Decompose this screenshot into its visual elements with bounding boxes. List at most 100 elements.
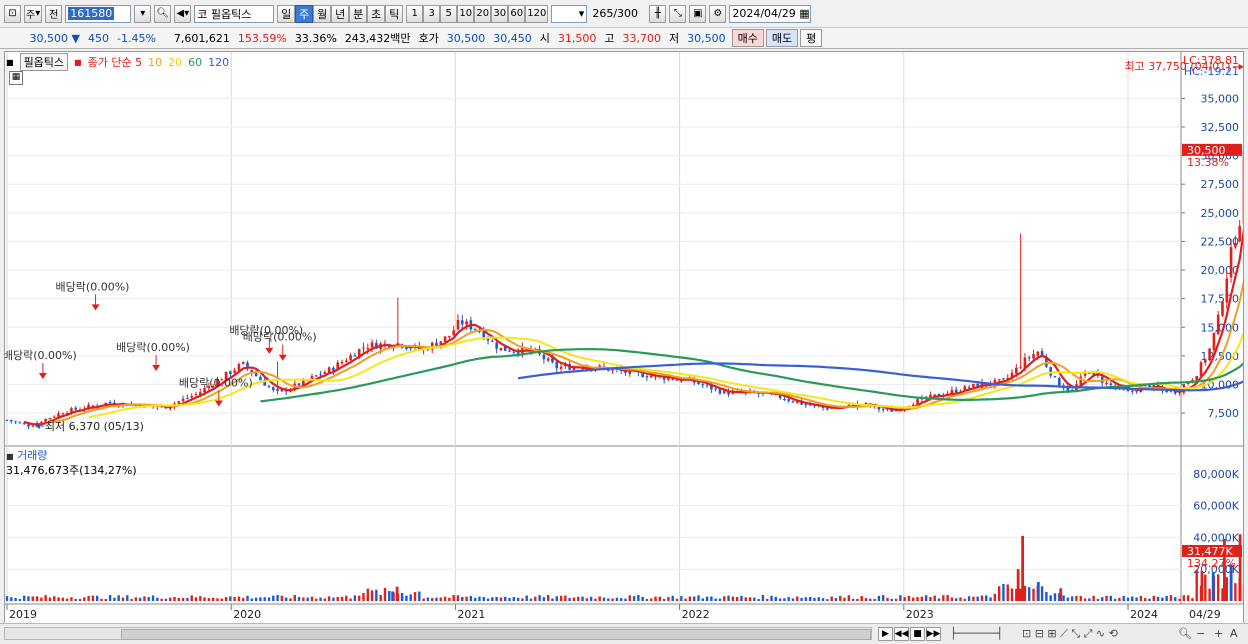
period-second[interactable]: 초 <box>367 5 385 23</box>
y-tick-label: 17,500 <box>1201 293 1240 306</box>
volume-bar <box>367 589 369 601</box>
volume-bar <box>899 595 901 601</box>
candle-body <box>311 376 314 379</box>
window-icon[interactable]: ⊡ <box>4 5 21 23</box>
candle-body <box>366 348 369 349</box>
custom-interval-select[interactable]: ▾ <box>551 5 587 23</box>
minus-icon[interactable]: − <box>1196 627 1205 640</box>
zoom-slider[interactable]: ├──────┤ <box>950 627 1003 640</box>
volume-bar <box>1084 598 1086 601</box>
volume-tick-label: 60,000K <box>1193 500 1239 513</box>
candle-body <box>547 358 550 360</box>
table-toggle-icon[interactable]: ▦ <box>9 71 23 85</box>
volume-bar <box>607 598 609 601</box>
interval-20[interactable]: 20 <box>474 5 491 23</box>
chart-area[interactable]: 20192020202120222023202404/297,50010,000… <box>4 51 1244 627</box>
volume-bar <box>989 597 991 601</box>
volume-bar <box>672 596 674 601</box>
volume-bar <box>891 599 893 601</box>
stop-button[interactable]: ■ <box>910 627 925 641</box>
period-tick[interactable]: 틱 <box>385 5 403 23</box>
interval-10[interactable]: 10 <box>457 5 474 23</box>
volume-bar <box>246 596 248 601</box>
volume-bar <box>1032 589 1034 601</box>
volume-bar <box>740 596 742 601</box>
forward-button[interactable]: ▶▶ <box>926 627 941 641</box>
line-tool-icon[interactable]: ⤡ <box>669 5 686 23</box>
zoom-icon[interactable]: 🔍︎ <box>1178 627 1192 640</box>
volume-bar <box>272 596 274 601</box>
legend-ma10: 10 <box>148 56 162 69</box>
volume-bar <box>487 599 489 601</box>
volume-bar <box>36 596 38 601</box>
rewind-button[interactable]: ◀◀ <box>894 627 909 641</box>
stock-name: 필옵틱스 <box>211 6 251 22</box>
name-field[interactable]: 코 필옵틱스 <box>194 5 274 23</box>
candle-body <box>1032 354 1035 358</box>
volume-bar <box>1123 596 1125 601</box>
legend-stock-name[interactable]: 필옵틱스 <box>20 53 68 71</box>
period-minute[interactable]: 분 <box>349 5 367 23</box>
scroll-right-button[interactable]: ▶ <box>878 627 893 641</box>
volume-spike-bar <box>1212 572 1215 601</box>
sell-button[interactable]: 매도 <box>766 29 798 47</box>
interval-1[interactable]: 1 <box>406 5 423 23</box>
type-select[interactable]: 전 <box>45 5 62 23</box>
volume-bar <box>130 599 132 601</box>
scroll-thumb[interactable] <box>121 629 871 640</box>
market-select[interactable]: 주▾ <box>24 5 42 23</box>
volume-spike-bar <box>1017 569 1020 601</box>
volume-bar <box>79 599 81 601</box>
interval-3[interactable]: 3 <box>423 5 440 23</box>
eval-button[interactable]: 평 <box>800 29 822 47</box>
code-input[interactable]: 161580 <box>65 5 131 23</box>
interval-60[interactable]: 60 <box>508 5 525 23</box>
volume-bar <box>1153 596 1155 601</box>
candle-body <box>555 362 558 368</box>
candle-body <box>1015 368 1018 374</box>
volume-legend: ■ 거래량 31,476,673주(134,27%) <box>6 449 137 478</box>
volume-bar <box>349 599 351 601</box>
volume-bar <box>375 590 377 601</box>
candle-body <box>10 420 13 421</box>
interval-30[interactable]: 30 <box>491 5 508 23</box>
gear-icon[interactable]: ⚙ <box>709 5 726 23</box>
candle-body <box>796 402 799 403</box>
period-month[interactable]: 월 <box>313 5 331 23</box>
date-field[interactable]: 2024/04/29 ▦ <box>729 5 811 23</box>
market-label: 주 <box>26 6 35 21</box>
volume-bar <box>264 597 266 601</box>
volume-bar <box>912 598 914 601</box>
volume-bar <box>1075 596 1077 601</box>
period-day[interactable]: 일 <box>277 5 295 23</box>
code-dropdown-button[interactable]: ▾ <box>134 5 151 23</box>
interval-5[interactable]: 5 <box>440 5 457 23</box>
volume-bar <box>1183 595 1185 601</box>
volume-bar <box>1092 596 1094 601</box>
buy-button[interactable]: 매수 <box>732 29 764 47</box>
candle-type-icon[interactable]: ╫ <box>649 5 666 23</box>
candle-body <box>195 394 198 395</box>
candle-body <box>109 402 112 403</box>
search-icon[interactable]: 🔍︎ <box>154 5 171 23</box>
plus-icon[interactable]: + <box>1214 627 1223 640</box>
volume-bar <box>719 599 721 601</box>
save-icon[interactable]: ▣ <box>689 5 706 23</box>
period-week[interactable]: 주 <box>295 5 313 23</box>
period-year[interactable]: 년 <box>331 5 349 23</box>
interval-120[interactable]: 120 <box>525 5 548 23</box>
candle-body <box>951 390 954 393</box>
volume-bar <box>809 597 811 601</box>
speaker-icon[interactable]: ◀▾ <box>174 5 191 23</box>
volume-bar <box>916 597 918 601</box>
volume-bar <box>358 596 360 601</box>
chart-scrollbar[interactable] <box>4 627 872 640</box>
candle-body <box>354 355 357 356</box>
count-total: /300 <box>613 7 638 20</box>
volume-bar <box>822 598 824 601</box>
drawing-tools-icon[interactable]: ⊡ ⊟ ⊞ ⟋ ⤡ ⤢ ∿ ⟲ <box>1022 627 1118 641</box>
font-size-icon[interactable]: A <box>1230 627 1238 640</box>
volume-bar <box>813 598 815 601</box>
volume-bar <box>732 597 734 601</box>
volume-bar <box>779 598 781 601</box>
